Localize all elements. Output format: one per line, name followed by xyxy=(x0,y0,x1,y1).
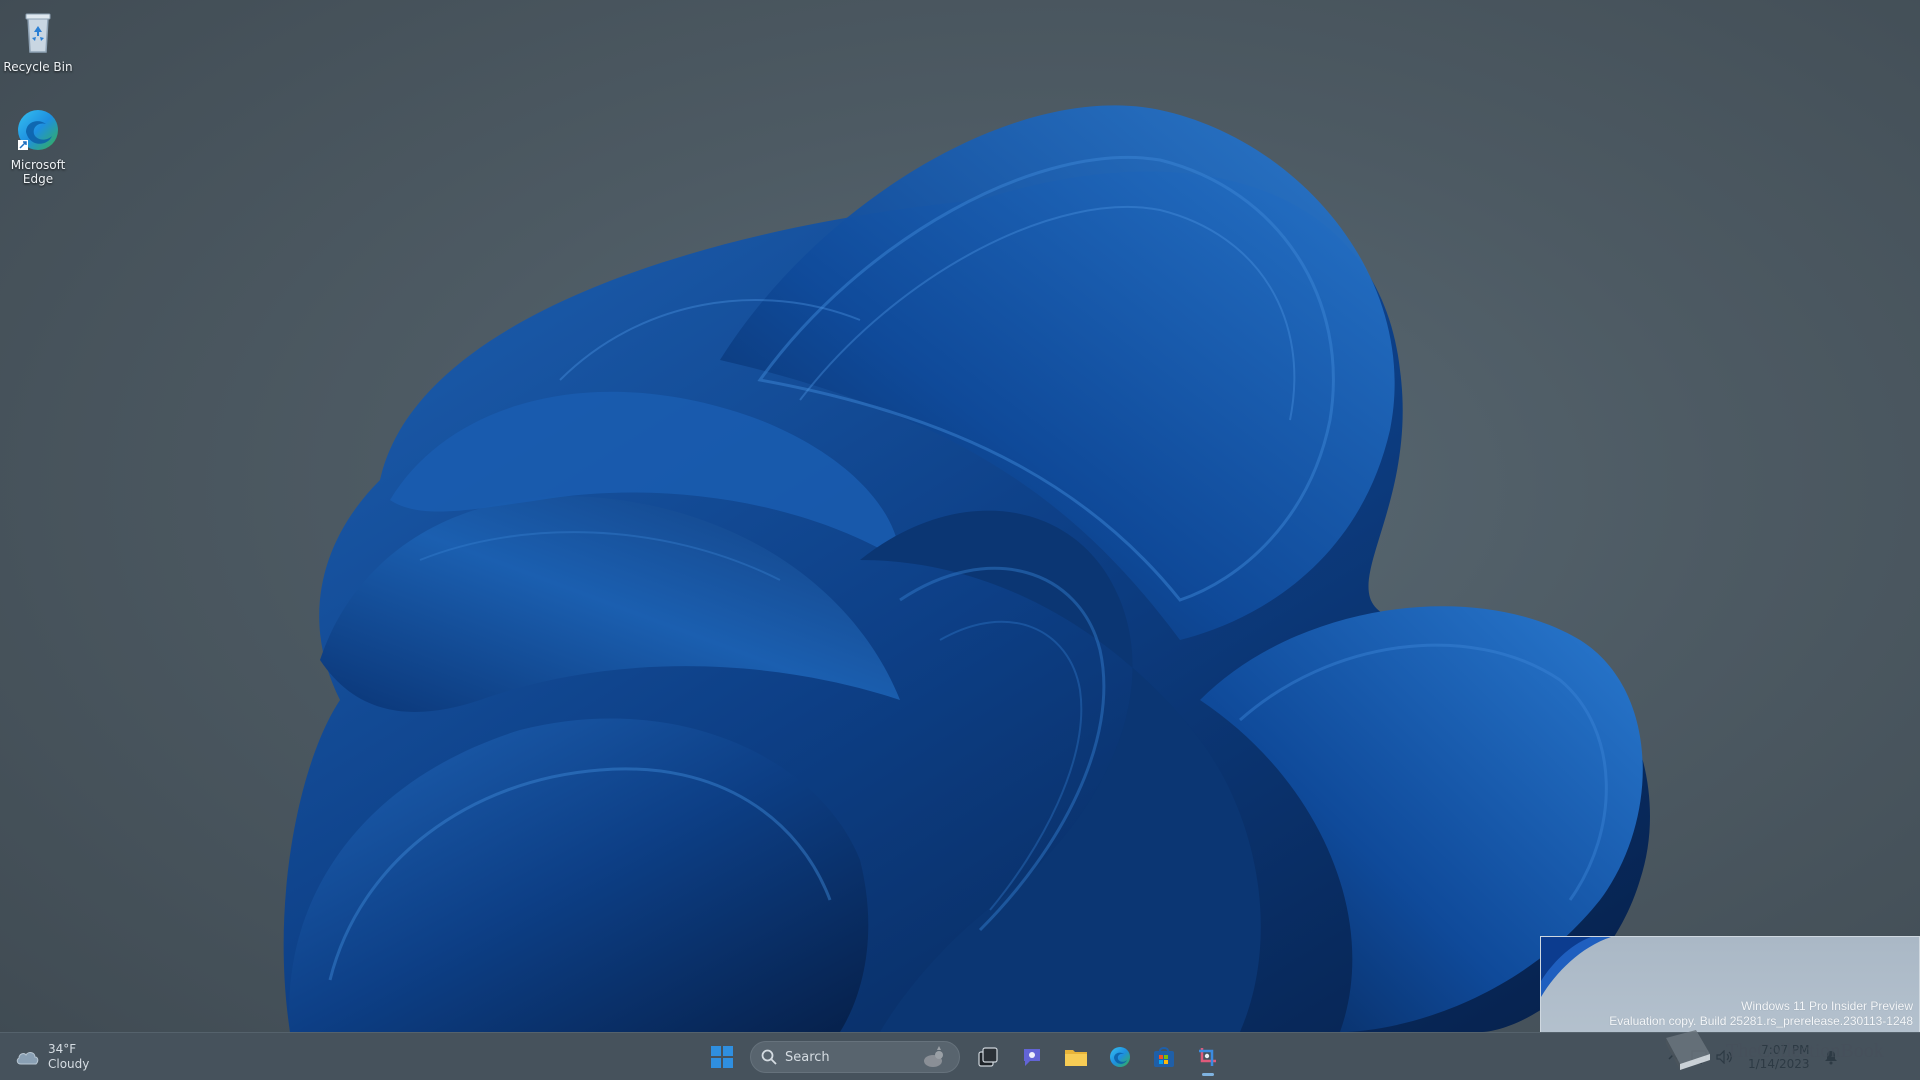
wallpaper-bloom xyxy=(283,105,1650,1032)
task-view-button[interactable] xyxy=(968,1037,1008,1077)
watermark-line1: Windows 11 Pro Insider Preview xyxy=(1741,999,1913,1013)
cloud-icon xyxy=(16,1052,39,1065)
desktop-icon-label: Microsoft Edge xyxy=(10,158,66,186)
watermark-line2: Evaluation copy. Build 25281.rs_prerelea… xyxy=(1609,1014,1913,1028)
search-placeholder: Search xyxy=(785,1049,830,1065)
weather-widget[interactable]: 34°F Cloudy xyxy=(14,1039,89,1075)
weather-text: 34°F Cloudy xyxy=(48,1042,89,1072)
desktop-icon-recycle-bin[interactable]: Recycle Bin xyxy=(0,8,76,74)
folder-icon xyxy=(1065,1050,1087,1066)
recycle-bin-icon xyxy=(25,13,51,53)
chat-icon xyxy=(1024,1049,1040,1066)
search-highlight-icon xyxy=(924,1046,943,1067)
task-view-icon xyxy=(978,1047,998,1067)
desktop-icon-microsoft-edge[interactable]: Microsoft Edge xyxy=(0,106,76,186)
taskbar-apps: Search xyxy=(700,1037,1230,1077)
weather-temperature: 34°F xyxy=(48,1042,77,1056)
book-logo-icon xyxy=(1666,1030,1710,1070)
windows-watermark: Windows 11 Pro Insider Preview Evaluatio… xyxy=(1609,999,1913,1029)
edge-icon xyxy=(18,110,58,150)
store-button[interactable] xyxy=(1144,1037,1184,1077)
taskbar: 34°F Cloudy Search 7:07 PM 1/14/2023 xyxy=(0,1032,1920,1080)
chat-button[interactable] xyxy=(1012,1037,1052,1077)
desktop: Recycle Bin Microsoft Edge Windows 11 Pr… xyxy=(0,0,1920,1080)
file-explorer-button[interactable] xyxy=(1056,1037,1096,1077)
edge-button[interactable] xyxy=(1100,1037,1140,1077)
overlay-wallpaper-corner xyxy=(1541,937,1611,997)
search-box[interactable]: Search xyxy=(750,1041,960,1073)
weather-condition: Cloudy xyxy=(48,1057,90,1071)
snipping-tool-button[interactable] xyxy=(1188,1037,1228,1077)
search-icon xyxy=(761,1049,777,1065)
logo-caption: TheCollectionBook xyxy=(1726,1040,1884,1062)
edge-icon xyxy=(1110,1047,1130,1067)
windows-start-icon xyxy=(711,1046,733,1068)
desktop-icon-label: Recycle Bin xyxy=(3,60,73,74)
store-icon xyxy=(1154,1047,1174,1067)
snipping-tool-icon xyxy=(1199,1048,1216,1066)
start-button[interactable] xyxy=(702,1037,742,1077)
